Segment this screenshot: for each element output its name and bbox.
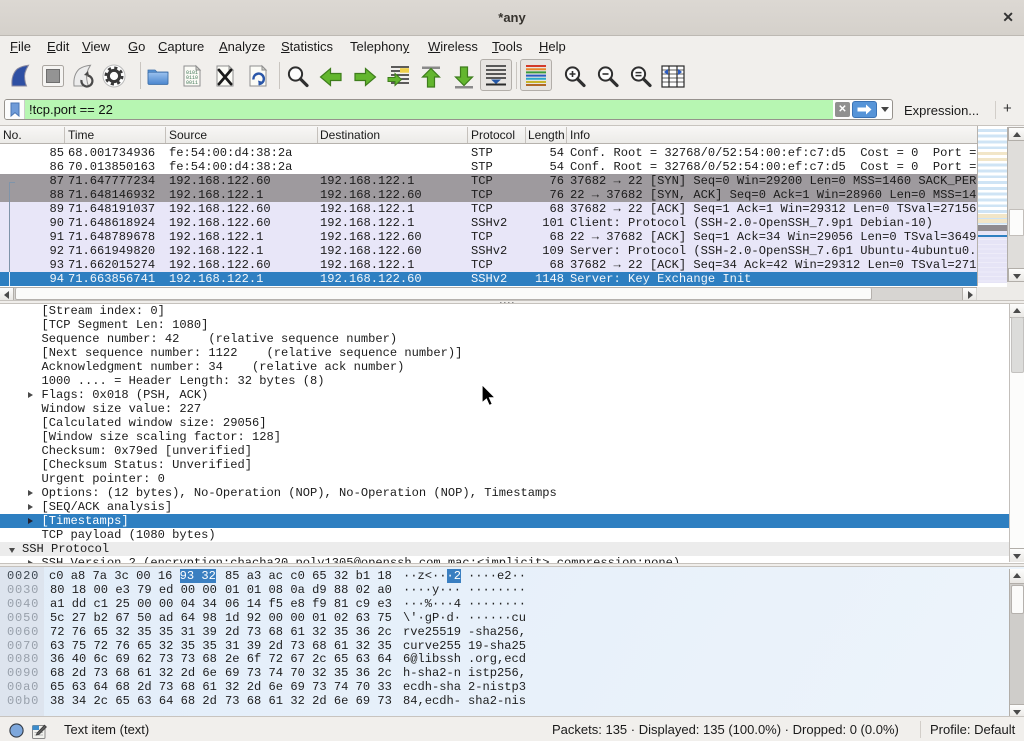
svg-text:0011: 0011 xyxy=(186,80,198,86)
